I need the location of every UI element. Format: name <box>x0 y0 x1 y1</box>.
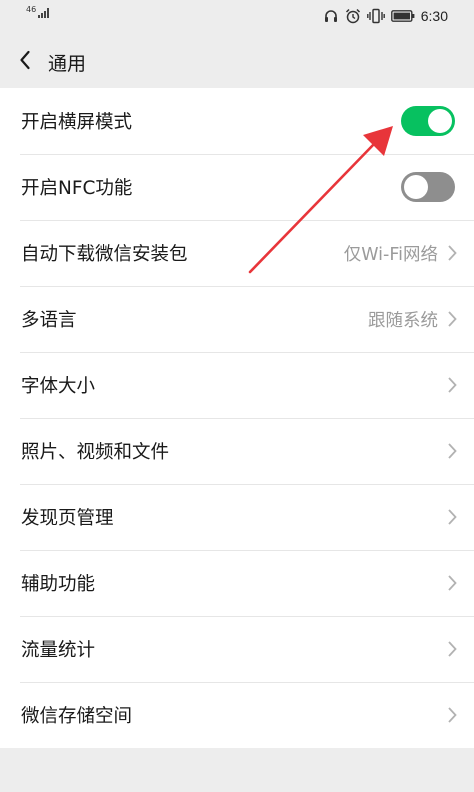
chevron-left-icon[interactable] <box>14 48 38 72</box>
toggle-knob <box>404 175 428 199</box>
chevron-right-icon <box>448 443 457 459</box>
setting-label: 开启NFC功能 <box>21 178 133 199</box>
signal-indicator: 46 <box>26 5 49 18</box>
setting-label: 自动下载微信安装包 <box>21 244 188 265</box>
status-icons: 6:30 <box>323 8 448 24</box>
setting-discover-page[interactable]: 发现页管理 <box>0 484 474 550</box>
setting-label: 多语言 <box>21 310 77 331</box>
headset-icon <box>324 10 337 22</box>
chevron-right-icon <box>448 311 457 327</box>
setting-font-size[interactable]: 字体大小 <box>0 352 474 418</box>
chevron-right-icon <box>448 377 457 393</box>
chevron-right-icon <box>448 575 457 591</box>
setting-value: 跟随系统 <box>368 310 438 331</box>
signal-bars-icon <box>38 8 49 18</box>
setting-value: 仅Wi-Fi网络 <box>343 244 438 265</box>
setting-label: 字体大小 <box>21 376 96 397</box>
setting-photos-videos-files[interactable]: 照片、视频和文件 <box>0 418 474 484</box>
setting-label: 微信存储空间 <box>21 706 133 727</box>
nfc-toggle[interactable] <box>401 172 455 202</box>
settings-list: 开启横屏模式 开启NFC功能 自动下载微信安装包 仅Wi-Fi网络 多语言 跟随… <box>0 88 474 748</box>
toggle-knob <box>428 109 452 133</box>
setting-label: 照片、视频和文件 <box>21 442 170 463</box>
chevron-right-icon <box>448 245 457 261</box>
vibrate-icon <box>366 8 385 24</box>
alarm-icon <box>345 8 360 24</box>
setting-accessibility[interactable]: 辅助功能 <box>0 550 474 616</box>
setting-label: 流量统计 <box>21 640 96 661</box>
setting-label: 开启横屏模式 <box>21 112 133 133</box>
setting-data-usage[interactable]: 流量统计 <box>0 616 474 682</box>
setting-auto-download-installer[interactable]: 自动下载微信安装包 仅Wi-Fi网络 <box>0 220 474 286</box>
setting-language[interactable]: 多语言 跟随系统 <box>0 286 474 352</box>
page-title: 通用 <box>48 53 87 75</box>
clock: 6:30 <box>420 8 448 24</box>
battery-icon <box>390 10 415 22</box>
setting-landscape-mode[interactable]: 开启横屏模式 <box>0 88 474 154</box>
network-type-label: 46 <box>26 5 37 14</box>
setting-label: 辅助功能 <box>21 574 96 595</box>
chevron-right-icon <box>448 707 457 723</box>
setting-nfc[interactable]: 开启NFC功能 <box>0 154 474 220</box>
header-bar: 通用 <box>0 34 474 88</box>
setting-label: 发现页管理 <box>21 508 114 529</box>
landscape-mode-toggle[interactable] <box>401 106 455 136</box>
setting-storage[interactable]: 微信存储空间 <box>0 682 474 748</box>
status-bar: 46 6:30 <box>0 0 474 34</box>
chevron-right-icon <box>448 641 457 657</box>
chevron-right-icon <box>448 509 457 525</box>
